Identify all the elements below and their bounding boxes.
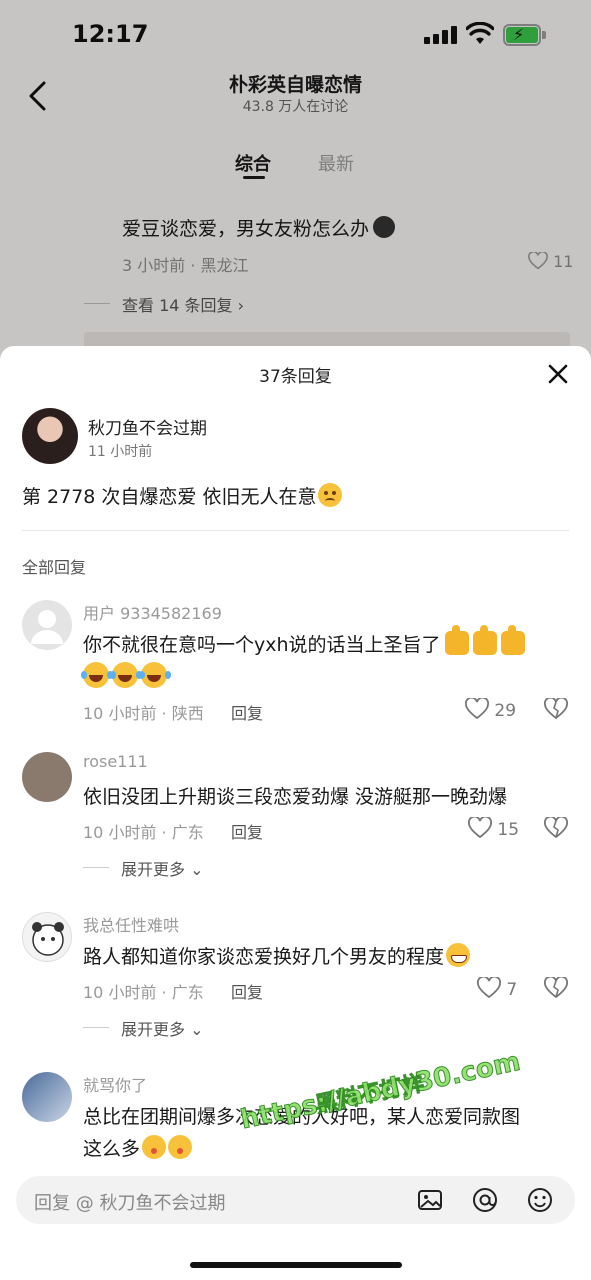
thumbs-up-emoji [500,625,525,655]
thumbs-up-emoji [444,625,469,655]
like-button[interactable]: 7 [477,975,518,1000]
sheet-title: 37条回复 [259,367,332,387]
image-icon[interactable] [416,1186,444,1214]
divider-line [83,867,109,868]
tears-of-joy-emoji [139,662,167,688]
reply-meta: 10 小时前 · 陕西 [83,704,204,723]
dislike-button[interactable] [544,815,568,839]
original-time: 11 小时前 [88,444,153,460]
original-comment-text: 第 2778 次自爆恋爱 依旧无人在意 [22,482,343,509]
reply-input-placeholder: 回复 @ 秋刀鱼不会过期 [34,1193,226,1214]
avatar[interactable] [22,752,72,802]
divider [22,530,569,531]
default-avatar-icon [31,610,63,644]
reply-text: 你不就很在意吗一个yxh说的话当上圣旨了 [81,625,563,693]
reply-button[interactable]: 回复 [231,700,263,724]
reply-text: 路人都知道你家谈恋爱换好几个男友的程度 [83,941,563,973]
reply-author-name[interactable]: 用户 9334582169 [83,600,222,624]
tears-of-joy-emoji [81,662,109,688]
all-replies-label: 全部回复 [22,558,87,577]
dislike-button[interactable] [544,975,568,999]
tears-of-joy-emoji [110,662,138,688]
reply-meta: 10 小时前 · 广东 [83,983,204,1002]
chevron-down-icon: ⌄ [190,1020,204,1039]
divider-line [83,1027,109,1028]
reply-input[interactable]: 回复 @ 秋刀鱼不会过期 [16,1176,575,1224]
dislike-icon [544,696,568,720]
heart-icon [477,975,501,999]
thumbs-up-emoji [472,625,497,655]
avatar[interactable] [22,912,72,962]
reply-button[interactable]: 回复 [231,819,263,843]
home-indicator[interactable] [190,1262,402,1268]
like-count: 7 [506,980,518,1000]
expand-more-button[interactable]: 展开更多 ⌄ [121,856,204,880]
reply-author-name[interactable]: 就骂你了 [83,1072,147,1096]
reply-author-name[interactable]: 我总任性难哄 [83,912,179,936]
like-button[interactable]: 15 [468,815,520,840]
at-icon[interactable] [471,1186,499,1214]
reply-meta: 10 小时前 · 广东 [83,823,204,842]
reply-text: 依旧没团上升期谈三段恋爱劲爆 没游艇那一晚劲爆 [83,786,508,808]
kissing-emoji [142,1135,167,1159]
reply-button[interactable]: 回复 [231,979,263,1003]
heart-icon [468,815,492,839]
like-count: 29 [494,701,517,721]
chevron-down-icon: ⌄ [190,860,204,879]
close-icon[interactable] [544,360,572,388]
pleading-emoji [318,483,343,507]
expand-more-button[interactable]: 展开更多 ⌄ [121,1016,204,1040]
reply-author-name[interactable]: rose111 [83,752,148,771]
dislike-icon [544,815,568,839]
heart-icon [465,696,489,720]
like-button[interactable]: 29 [465,696,517,721]
avatar[interactable] [22,1072,72,1122]
emoji-icon[interactable] [526,1186,554,1214]
grinning-emoji [446,943,471,967]
avatar[interactable] [22,600,72,650]
dislike-button[interactable] [544,696,568,720]
dim-overlay[interactable] [0,0,591,380]
original-author-name[interactable]: 秋刀鱼不会过期 [88,414,207,439]
panda-avatar-icon [32,922,64,956]
avatar[interactable] [22,408,78,464]
kissing-emoji [168,1135,193,1159]
dislike-icon [544,975,568,999]
like-count: 15 [497,820,520,840]
replies-sheet: 37条回复 秋刀鱼不会过期 11 小时前 第 2778 次自爆恋爱 依旧无人在意… [0,346,591,1280]
